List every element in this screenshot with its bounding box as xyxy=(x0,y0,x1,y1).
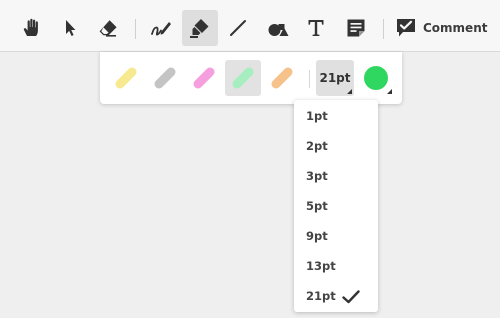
size-option-label: 1pt xyxy=(306,109,328,123)
color-swatch-yellow[interactable] xyxy=(108,60,144,96)
size-option-label: 5pt xyxy=(306,199,328,213)
highlight-stroke-icon xyxy=(154,67,176,89)
line-icon xyxy=(230,20,246,36)
shape-tool-button[interactable] xyxy=(260,10,296,46)
color-swatch-green[interactable] xyxy=(225,60,261,96)
select-tool-button[interactable] xyxy=(52,10,88,46)
dropdown-corner-icon xyxy=(387,89,392,94)
size-option-1pt[interactable]: 1pt xyxy=(294,101,378,131)
eraser-icon xyxy=(99,20,117,37)
size-option-13pt[interactable]: 13pt xyxy=(294,251,378,281)
note-tool-button[interactable] xyxy=(338,10,374,46)
highlighter-icon xyxy=(190,19,209,38)
color-swatch-pink[interactable] xyxy=(186,60,222,96)
pen-squiggle-icon xyxy=(151,22,171,36)
pan-tool-button[interactable] xyxy=(14,10,50,46)
dropdown-corner-icon xyxy=(347,89,352,94)
current-color-dot xyxy=(364,66,388,90)
shapes-icon xyxy=(268,24,289,36)
highlight-stroke-icon xyxy=(193,67,215,89)
freehand-tool-button[interactable] xyxy=(143,10,179,46)
toolbar-divider xyxy=(135,19,136,39)
size-option-label: 13pt xyxy=(306,259,336,273)
size-option-21pt[interactable]: 21pt xyxy=(294,281,378,311)
size-option-9pt[interactable]: 9pt xyxy=(294,221,378,251)
note-icon xyxy=(347,19,365,37)
size-option-label: 9pt xyxy=(306,229,328,243)
line-tool-button[interactable] xyxy=(220,10,256,46)
text-tool-button[interactable] xyxy=(298,10,334,46)
comment-label: Comment xyxy=(423,21,488,35)
size-option-label: 21pt xyxy=(306,289,336,303)
color-swatch-orange[interactable] xyxy=(264,60,300,96)
size-option-label: 2pt xyxy=(306,139,328,153)
comment-check-icon xyxy=(397,19,415,37)
color-swatch-gray[interactable] xyxy=(147,60,183,96)
color-picker-button[interactable] xyxy=(358,60,394,96)
stroke-size-button[interactable]: 21pt xyxy=(316,60,354,96)
size-option-3pt[interactable]: 3pt xyxy=(294,161,378,191)
highlighter-tool-button[interactable] xyxy=(182,10,218,46)
highlight-stroke-icon xyxy=(115,67,137,89)
text-T-icon xyxy=(308,20,324,36)
annotation-toolbar: Comment xyxy=(0,0,500,52)
checkmark-icon xyxy=(342,290,360,304)
hand-icon xyxy=(23,18,38,36)
size-option-2pt[interactable]: 2pt xyxy=(294,131,378,161)
panel-divider xyxy=(309,70,310,88)
comment-button[interactable]: Comment xyxy=(390,10,490,46)
stroke-size-label: 21pt xyxy=(319,71,351,85)
stroke-size-dropdown: 1pt 2pt 3pt 5pt 9pt 13pt 21pt xyxy=(294,100,378,312)
highlight-stroke-icon xyxy=(271,67,293,89)
highlight-stroke-icon xyxy=(232,67,254,89)
size-option-5pt[interactable]: 5pt xyxy=(294,191,378,221)
cursor-arrow-icon xyxy=(66,20,76,36)
highlighter-style-panel: 21pt xyxy=(100,52,402,104)
toolbar-divider xyxy=(383,19,384,39)
eraser-tool-button[interactable] xyxy=(90,10,126,46)
size-option-label: 3pt xyxy=(306,169,328,183)
